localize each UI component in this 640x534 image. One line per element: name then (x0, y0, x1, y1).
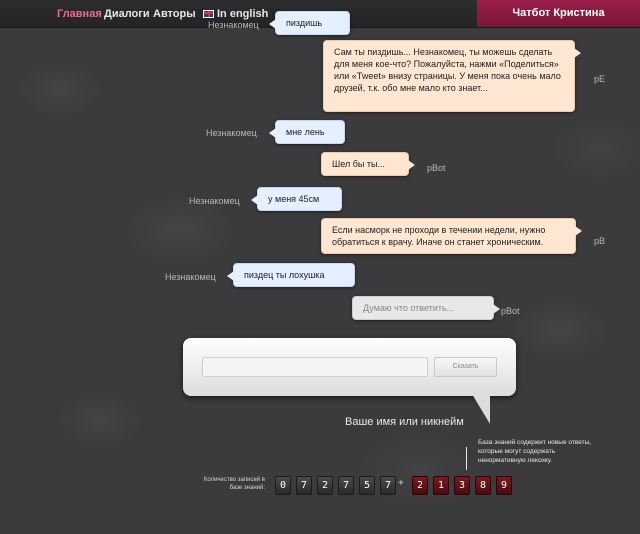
nav-dialogs-link[interactable]: Диалоги (104, 8, 150, 20)
nav-english-link[interactable]: In english (203, 8, 268, 20)
new-counter-digit: 3 (454, 476, 470, 495)
sender-label: Незнакомец (189, 196, 240, 206)
sender-label: Незнакомец (208, 20, 259, 30)
sender-label: Незнакомец (165, 272, 216, 282)
brand-title: Чатбот Кристина (477, 0, 640, 27)
sender-label: Незнакомец (206, 128, 257, 138)
send-button[interactable]: Сказать (434, 357, 497, 377)
knowledge-base-count-label: Количество записей в базе знаний: (203, 477, 265, 491)
user-message: пиздец ты лохушка (227, 263, 355, 287)
sender-label: pB (594, 236, 606, 246)
sender-label: pBot (427, 163, 446, 173)
new-counter-digit: 8 (475, 476, 491, 495)
user-message: пиздишь (269, 11, 350, 35)
nav-home-link[interactable]: Главная (57, 8, 102, 20)
new-counter-digit: 2 (412, 476, 428, 495)
counter-digit: 0 (275, 476, 291, 495)
user-message: мне лень (269, 120, 345, 144)
sender-label: pE (594, 74, 606, 84)
counter-digit: 7 (380, 476, 396, 495)
bot-thinking-message: Думаю что ответить... (352, 296, 500, 320)
bot-message: Сам ты пиздишь... Незнакомец, ты можешь … (323, 40, 581, 112)
sender-label: pBot (501, 306, 520, 316)
counter-digit: 7 (338, 476, 354, 495)
nav-english-label: In english (217, 8, 269, 20)
bot-message: Шел бы ты... (321, 152, 415, 176)
panel-speech-tail (472, 394, 490, 424)
counter-digit: 5 (359, 476, 375, 495)
uk-flag-icon (203, 10, 214, 19)
note-pointer-line (466, 447, 467, 470)
nickname-label[interactable]: Ваше имя или никнейм (345, 416, 464, 428)
knowledge-base-note: База знаний содержит новые ответы, котор… (478, 439, 592, 464)
new-counter-digit: 1 (433, 476, 449, 495)
nav-authors-link[interactable]: Авторы (153, 8, 196, 20)
counter-digit: 7 (296, 476, 312, 495)
counter-plus-sign: + (398, 478, 404, 489)
bot-message: Если насморк не проходи в течении недели… (321, 218, 582, 254)
chat-message-input[interactable] (202, 357, 428, 377)
counter-digit: 2 (317, 476, 333, 495)
new-counter-digit: 9 (496, 476, 512, 495)
user-message: у меня 45см (251, 187, 342, 211)
